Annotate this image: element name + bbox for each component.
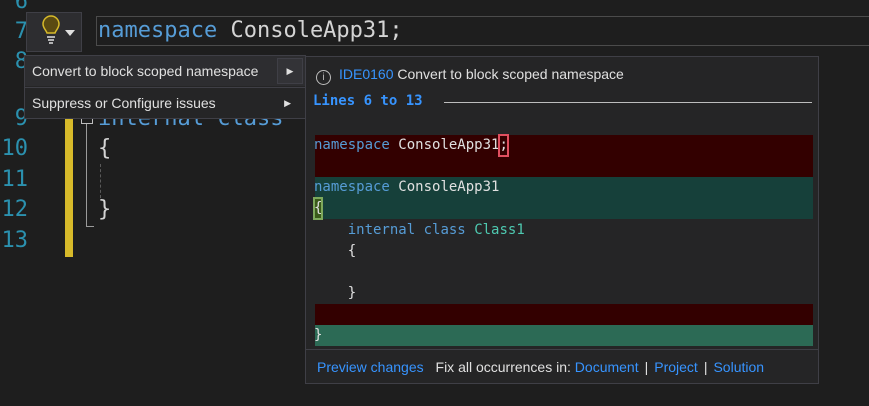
keyword: internal <box>347 222 416 238</box>
indent-guide <box>100 164 101 198</box>
namespace-name: ConsoleApp31 <box>230 18 390 43</box>
punctuation: ; <box>389 18 403 43</box>
preview-footer: Preview changes Fix all occurrences in: … <box>306 349 818 385</box>
line-number: 13 <box>1 228 29 253</box>
lightbulb-button[interactable] <box>26 12 82 52</box>
line-number: 7 <box>14 19 28 44</box>
preview-title: Convert to block scoped namespace <box>397 66 624 82</box>
fix-all-label: Fix all occurrences in: <box>435 359 571 375</box>
diff-added-close-block <box>315 325 813 346</box>
header-rule <box>444 102 812 103</box>
menu-item-convert-block-namespace[interactable]: Convert to block scoped namespace ▶ <box>25 56 305 86</box>
open-brace: { <box>98 136 112 161</box>
code-line-7[interactable]: namespace ConsoleApp31; <box>98 16 403 46</box>
diagnostic-id-link[interactable]: IDE0160 <box>339 66 393 82</box>
brace: } <box>347 285 357 301</box>
namespace-name: ConsoleApp31 <box>398 137 500 153</box>
lines-range-label: Lines 6 to 13 <box>313 93 423 109</box>
class-name: Class1 <box>474 222 525 238</box>
preview-header: i IDE0160 Convert to block scoped namespa… <box>316 66 624 85</box>
separator: | <box>644 359 649 375</box>
namespace-name: ConsoleApp31 <box>398 179 500 195</box>
preview-panel: i IDE0160 Convert to block scoped namespa… <box>305 56 819 384</box>
diff-added-namespace: namespace ConsoleApp31 <box>314 177 499 198</box>
menu-item-label: Convert to block scoped namespace <box>32 63 259 79</box>
removed-semicolon: ; <box>498 134 509 157</box>
fix-scope-solution-link[interactable]: Solution <box>713 359 764 375</box>
diff-class-open-brace: { <box>314 241 356 262</box>
diff-removed-empty <box>315 304 813 325</box>
diff-class-line: internal class Class1 <box>314 220 525 241</box>
diff-class-close-brace: } <box>314 283 356 304</box>
diff-added-open-brace: { <box>312 197 324 220</box>
diff-added-close-brace: } <box>314 325 322 346</box>
quick-actions-menu: Convert to block scoped namespace ▶ Supp… <box>24 55 306 119</box>
line-number: 11 <box>1 167 29 192</box>
line-number: 12 <box>1 197 29 222</box>
added-brace: { <box>312 197 324 220</box>
diff-removed-line: namespace ConsoleApp31; <box>314 134 509 157</box>
fix-scope-project-link[interactable]: Project <box>654 359 698 375</box>
chevron-right-icon: ▶ <box>284 98 291 108</box>
code-line-12[interactable]: } <box>98 195 111 225</box>
line-number: 6 <box>14 0 28 14</box>
separator: | <box>703 359 708 375</box>
footer-row: Preview changes Fix all occurrences in: … <box>317 359 764 375</box>
preview-changes-link[interactable]: Preview changes <box>317 359 424 375</box>
caret-down-icon[interactable] <box>65 29 75 37</box>
added-brace: } <box>314 327 323 343</box>
keyword: namespace <box>314 137 390 153</box>
keyword: class <box>423 222 466 238</box>
brace: { <box>347 243 357 259</box>
menu-item-suppress-configure[interactable]: Suppress or Configure issues ▶ <box>25 88 305 118</box>
keyword: namespace <box>314 179 390 195</box>
menu-item-label: Suppress or Configure issues <box>32 95 216 111</box>
fix-scope-document-link[interactable]: Document <box>575 359 639 375</box>
line-number: 10 <box>1 136 29 161</box>
chevron-right-icon[interactable]: ▶ <box>277 58 303 84</box>
code-line-10[interactable]: { <box>98 134 111 164</box>
info-icon: i <box>316 70 331 85</box>
close-brace: } <box>98 197 112 222</box>
change-indicator-bar <box>65 119 73 257</box>
keyword: namespace <box>98 18 218 43</box>
fold-guide <box>86 124 87 226</box>
fold-end <box>86 226 94 227</box>
